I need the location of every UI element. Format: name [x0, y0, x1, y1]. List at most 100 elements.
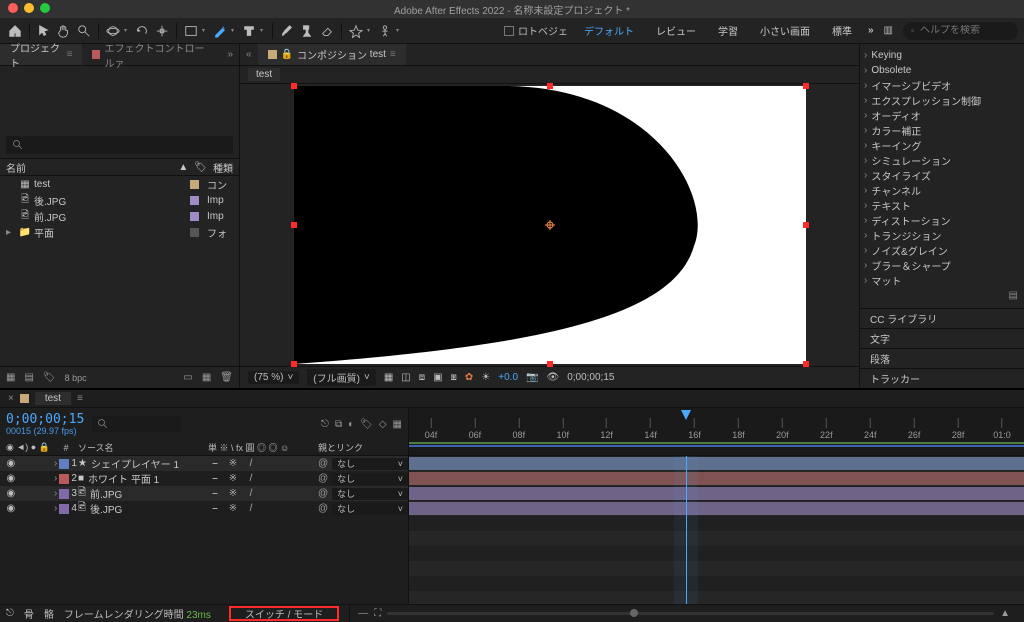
- timeline-timecode[interactable]: 0;00;00;15: [6, 413, 84, 426]
- mode-switch[interactable]: ⎯: [208, 503, 222, 514]
- effect-category[interactable]: ›シミュレーション: [864, 153, 1020, 168]
- workspace-review[interactable]: レビュー: [650, 21, 702, 40]
- library-icon[interactable]: ▥: [884, 25, 893, 36]
- ruler-tick[interactable]: 20f: [776, 418, 789, 440]
- visibility-icon[interactable]: ◉: [6, 489, 16, 499]
- effect-category[interactable]: ›テキスト: [864, 198, 1020, 213]
- exposure-value[interactable]: +0.0: [498, 372, 518, 383]
- eraser-tool-icon[interactable]: [318, 22, 336, 40]
- more-tabs-icon[interactable]: »: [221, 49, 239, 60]
- effect-category[interactable]: ›トランジション: [864, 228, 1020, 243]
- ruler-tick[interactable]: 04f: [425, 418, 438, 440]
- audio-icon[interactable]: [19, 474, 29, 484]
- lock-icon[interactable]: [44, 504, 54, 514]
- mode-switch[interactable]: /: [244, 473, 258, 484]
- timeline-tab[interactable]: test: [35, 392, 71, 405]
- solo-icon[interactable]: [32, 504, 42, 514]
- layer-bar-3[interactable]: [409, 487, 1024, 500]
- audio-icon[interactable]: [19, 504, 29, 514]
- ruler-tick[interactable]: 01:0: [993, 418, 1011, 440]
- effect-category[interactable]: ›キーイング: [864, 138, 1020, 153]
- lock-icon[interactable]: 🔒: [281, 49, 293, 60]
- fold-icon[interactable]: ›: [54, 458, 57, 469]
- project-bpc[interactable]: 8 bpc: [65, 373, 87, 383]
- effect-category[interactable]: ›カラー補正: [864, 123, 1020, 138]
- handle-ml[interactable]: [291, 222, 297, 228]
- parent-dropdown[interactable]: なし˅: [332, 503, 408, 515]
- parent-dropdown[interactable]: なし˅: [332, 458, 408, 470]
- layer-color-swatch[interactable]: [59, 504, 69, 514]
- safe-icon[interactable]: ⧈: [419, 372, 425, 383]
- project-item[interactable]: 🖻 前.JPG Imp: [0, 208, 239, 224]
- brush-tool-icon[interactable]: [278, 22, 296, 40]
- toggle-render-icon[interactable]: 骼: [44, 606, 54, 621]
- audio-icon[interactable]: [19, 459, 29, 469]
- zoom-out-icon[interactable]: —: [358, 608, 368, 619]
- effect-category[interactable]: ›Keying: [864, 48, 1020, 63]
- home-icon[interactable]: [6, 22, 24, 40]
- audio-icon[interactable]: [19, 489, 29, 499]
- color-mgmt-icon[interactable]: ✿: [465, 372, 473, 383]
- selection-tool-icon[interactable]: [35, 22, 53, 40]
- type-tool-icon[interactable]: [240, 22, 258, 40]
- new-bin-icon[interactable]: ▭: [183, 372, 192, 383]
- effect-category[interactable]: ›ブラー＆シャープ: [864, 258, 1020, 273]
- layer-row[interactable]: ◉ › 2 ■ ホワイト 平面 1 ⎯※/ @ なし˅: [0, 471, 408, 486]
- snapshot-icon[interactable]: 📷: [526, 372, 538, 383]
- project-tab[interactable]: プロジェクト ≡: [0, 44, 82, 65]
- interpret-footage-icon[interactable]: ▦: [6, 372, 15, 383]
- lock-icon[interactable]: [44, 489, 54, 499]
- toggle-blend-icon[interactable]: 骨: [24, 606, 34, 621]
- handle-mr[interactable]: [803, 222, 809, 228]
- handle-bm[interactable]: [547, 361, 553, 367]
- mode-switch[interactable]: ⎯: [208, 488, 222, 499]
- ruler-tick[interactable]: 22f: [820, 418, 833, 440]
- effect-category[interactable]: ›マット: [864, 273, 1020, 288]
- zoom-in-icon[interactable]: ▲: [1000, 608, 1010, 619]
- effect-category[interactable]: ›エクスプレッション制御: [864, 93, 1020, 108]
- render-icon[interactable]: ▦: [393, 419, 402, 430]
- ruler-tick[interactable]: 14f: [644, 418, 657, 440]
- ruler-tick[interactable]: 28f: [952, 418, 965, 440]
- workspace-small[interactable]: 小さい画面: [754, 21, 816, 40]
- help-search[interactable]: [903, 22, 1018, 40]
- visibility-icon[interactable]: ◉: [6, 504, 16, 514]
- comp-flow-tab[interactable]: test: [248, 68, 280, 81]
- mask-icon[interactable]: ◫: [401, 372, 410, 383]
- playhead-line[interactable]: [686, 456, 687, 604]
- ruler-tick[interactable]: 10f: [556, 418, 569, 440]
- fold-icon[interactable]: ›: [54, 488, 57, 499]
- layer-bar-1[interactable]: [409, 457, 1024, 470]
- effect-category[interactable]: ›オーディオ: [864, 108, 1020, 123]
- solo-icon[interactable]: [32, 459, 42, 469]
- col-type-header[interactable]: 種類: [213, 160, 233, 175]
- lock-icon[interactable]: [44, 474, 54, 484]
- pickwhip-icon[interactable]: @: [318, 503, 328, 514]
- workspace-more-icon[interactable]: »: [868, 25, 874, 36]
- composition-viewer[interactable]: [240, 84, 859, 366]
- clone-tool-icon[interactable]: [298, 22, 316, 40]
- zoom-reset-icon[interactable]: ⛶: [374, 608, 381, 619]
- ruler-tick[interactable]: 24f: [864, 418, 877, 440]
- collapsed-panel[interactable]: トラッカー: [860, 368, 1024, 388]
- effect-category[interactable]: ›ディストーション: [864, 213, 1020, 228]
- zoom-dropdown[interactable]: (75 %) ˅: [248, 371, 299, 384]
- layer-bar-2[interactable]: [409, 472, 1024, 485]
- channel-icon[interactable]: ▣: [433, 372, 442, 383]
- roto-tool-icon[interactable]: [347, 22, 365, 40]
- handle-tl[interactable]: [291, 83, 297, 89]
- effect-controls-tab[interactable]: エフェクトコントロールァ: [82, 44, 221, 65]
- graph-icon[interactable]: 🏷: [360, 419, 373, 430]
- zoom-slider[interactable]: [387, 612, 994, 615]
- mode-switch[interactable]: ※: [226, 488, 240, 499]
- layer-color-swatch[interactable]: [59, 489, 69, 499]
- timeline-search[interactable]: [92, 416, 182, 432]
- grids-icon[interactable]: ▦: [384, 372, 393, 383]
- playhead-icon[interactable]: [679, 408, 693, 422]
- prev-comp-icon[interactable]: «: [240, 49, 258, 60]
- project-item[interactable]: ▸ 📁 平面 フォ: [0, 224, 239, 240]
- collapsed-panel[interactable]: CC ライブラリ: [860, 308, 1024, 328]
- workspace-standard[interactable]: 標準: [826, 21, 858, 40]
- layer-bar-4[interactable]: [409, 502, 1024, 515]
- pen-tool-icon[interactable]: [211, 22, 229, 40]
